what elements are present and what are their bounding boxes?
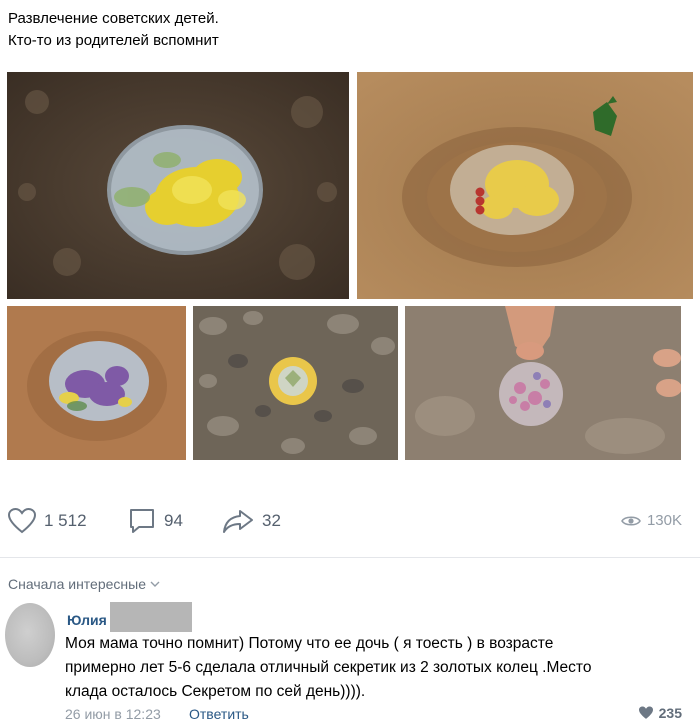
post-actions: 1 512 94 32 130K xyxy=(0,500,700,540)
photo-secret-purple-flowers[interactable] xyxy=(7,306,186,460)
heart-icon xyxy=(8,508,36,534)
eye-icon xyxy=(621,515,641,526)
comment-text-line-3: клада осталось Секретом по сей день)))). xyxy=(65,683,366,700)
comment-button[interactable]: 94 xyxy=(128,508,183,534)
avatar[interactable] xyxy=(5,603,55,667)
divider xyxy=(0,557,700,558)
comment-count: 94 xyxy=(164,511,183,530)
views-counter: 130K xyxy=(621,512,682,529)
photo-secret-yellow-leaves[interactable] xyxy=(357,72,693,299)
post-text-line-1: Развлечение советских детей. xyxy=(8,10,219,27)
chevron-down-icon xyxy=(150,581,160,587)
comment-like-count: 235 xyxy=(658,705,682,721)
heart-icon xyxy=(638,706,653,719)
share-icon xyxy=(223,510,253,533)
views-count: 130K xyxy=(646,512,682,529)
comments-sort-dropdown[interactable]: Сначала интересные xyxy=(8,576,160,592)
like-count: 1 512 xyxy=(44,511,87,530)
comment-icon xyxy=(130,509,154,533)
post-text: Развлечение советских детей. Кто-то из р… xyxy=(8,8,688,52)
share-button[interactable]: 32 xyxy=(222,508,281,534)
comments-sort-label: Сначала интересные xyxy=(8,576,146,592)
reply-button[interactable]: Ответить xyxy=(189,706,249,722)
post-text-line-2: Кто-то из родителей вспомнит xyxy=(8,32,219,49)
photo-secret-yellow-flower[interactable] xyxy=(7,72,349,299)
comment-text: Моя мама точно помнит) Потому что ее доч… xyxy=(65,632,695,704)
comment-text-line-2: примерно лет 5-6 сделала отличный секрет… xyxy=(65,659,592,676)
comment-author[interactable]: Юлия xyxy=(67,612,107,628)
like-button[interactable]: 1 512 xyxy=(8,508,87,534)
share-count: 32 xyxy=(262,511,281,530)
photo-secret-yellow-round[interactable] xyxy=(193,306,398,460)
comment-item: Юлия Моя мама точно помнит) Потому что е… xyxy=(0,600,700,728)
comment-text-line-1: Моя мама точно помнит) Потому что ее доч… xyxy=(65,635,554,652)
comment-like-button[interactable]: 235 xyxy=(638,705,682,721)
redacted-name-block xyxy=(110,602,192,632)
photo-secret-pink-petals[interactable] xyxy=(405,306,681,460)
comment-date[interactable]: 26 июн в 12:23 xyxy=(65,706,161,722)
